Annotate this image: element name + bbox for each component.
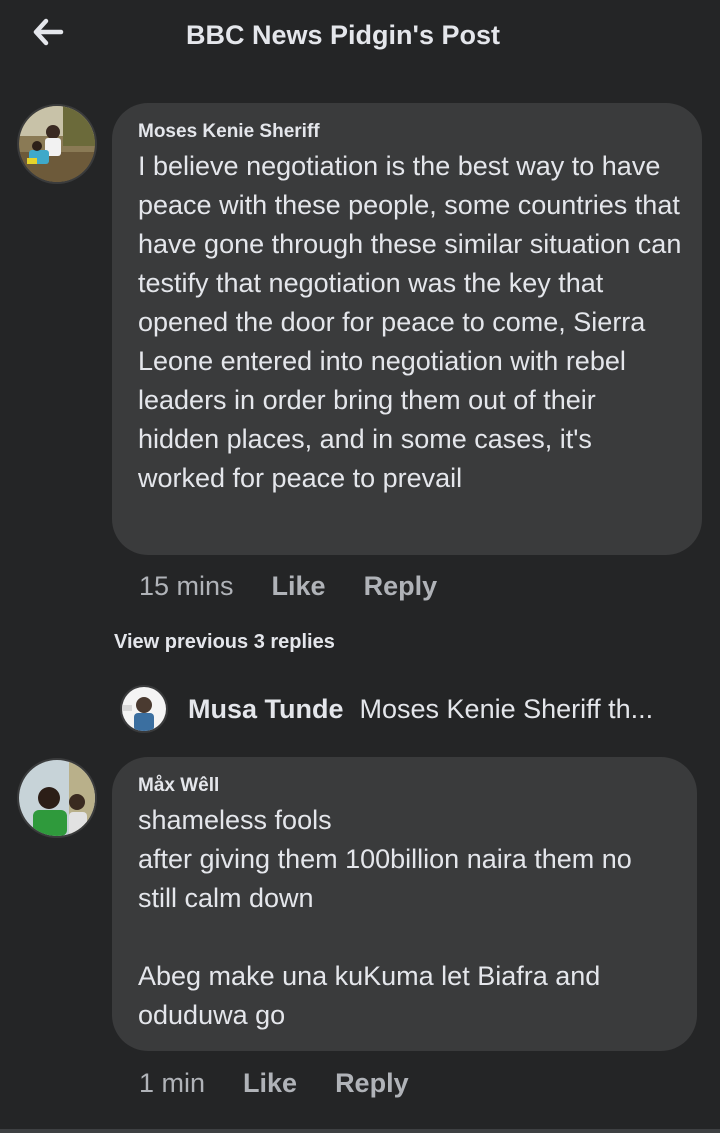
reply-preview[interactable]: Musa Tunde Moses Kenie Sheriff th... xyxy=(120,684,700,734)
like-button[interactable]: Like xyxy=(243,1068,297,1099)
comment-timestamp[interactable]: 15 mins xyxy=(139,571,234,602)
comments-page: BBC News Pidgin's Post Moses Kenie Sheri… xyxy=(0,0,720,1133)
comment-author[interactable]: Moses Kenie Sheriff xyxy=(138,121,682,143)
like-button[interactable]: Like xyxy=(272,571,326,602)
comment-bubble: Måx Wêll shameless fools after giving th… xyxy=(112,757,697,1051)
avatar xyxy=(120,685,168,733)
arrow-left-icon xyxy=(33,18,64,46)
reply-button[interactable]: Reply xyxy=(364,571,438,602)
comment-text: I believe negotiation is the best way to… xyxy=(138,151,689,493)
top-bar: BBC News Pidgin's Post xyxy=(0,0,720,76)
reply-preview-snippet: Moses Kenie Sheriff th... xyxy=(359,693,654,724)
comment-bubble: Moses Kenie Sheriff I believe negotiatio… xyxy=(112,103,702,555)
divider xyxy=(0,1129,720,1133)
back-button[interactable] xyxy=(28,14,68,50)
avatar[interactable] xyxy=(17,758,97,838)
reply-preview-author: Musa Tunde xyxy=(188,693,344,724)
comment-author[interactable]: Måx Wêll xyxy=(138,775,677,797)
reply-button[interactable]: Reply xyxy=(335,1068,409,1099)
comment-text: shameless fools after giving them 100bil… xyxy=(138,805,632,1030)
view-previous-replies-link[interactable]: View previous 3 replies xyxy=(114,631,335,654)
comment-actions: 15 mins Like Reply xyxy=(139,566,437,606)
comment-actions: 1 min Like Reply xyxy=(139,1063,409,1103)
page-title: BBC News Pidgin's Post xyxy=(186,20,500,50)
comment-timestamp[interactable]: 1 min xyxy=(139,1068,205,1099)
avatar[interactable] xyxy=(17,104,97,184)
